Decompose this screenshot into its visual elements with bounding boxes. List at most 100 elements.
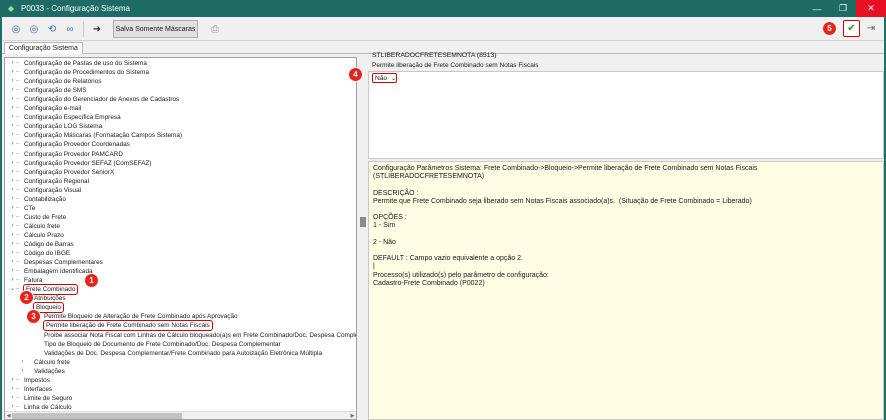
- chevron-right-icon[interactable]: ›: [9, 113, 16, 122]
- collapse-all-icon[interactable]: ◎: [26, 21, 42, 37]
- chevron-right-icon[interactable]: ›: [9, 150, 16, 159]
- chevron-right-icon[interactable]: ›: [9, 249, 16, 258]
- chevron-right-icon[interactable]: ›: [19, 367, 26, 376]
- tree-item[interactable]: › – Configuração e-mail: [9, 104, 82, 113]
- tree-item-label[interactable]: CTe: [24, 204, 35, 213]
- tree-item-label[interactable]: Atribuições: [34, 294, 66, 303]
- tree-item[interactable]: › – Código de Barras: [9, 240, 74, 249]
- tree-item[interactable]: › – Configuração de SMS: [9, 86, 87, 95]
- tree-item-label[interactable]: Código do IBGE: [24, 249, 70, 258]
- chevron-right-icon[interactable]: ›: [9, 240, 16, 249]
- tree-item-label[interactable]: Configuração LOG Sistema: [24, 122, 102, 131]
- tree-item-label[interactable]: Configuração Provedor PAMCARD: [24, 150, 123, 159]
- chevron-down-icon[interactable]: ⌄: [9, 285, 16, 294]
- expand-all-icon[interactable]: ◎: [8, 21, 24, 37]
- horizontal-scrollbar[interactable]: ◀ ▶: [5, 411, 356, 419]
- exit-icon[interactable]: ⇥: [864, 21, 878, 36]
- tree-item-label[interactable]: Despesas Complementares: [24, 258, 103, 267]
- chevron-right-icon[interactable]: ›: [9, 131, 16, 140]
- tree-item-label[interactable]: Configuração Máscaras (Formatação Campos…: [24, 131, 182, 140]
- tree-item-label[interactable]: Impostos: [24, 376, 50, 385]
- tree-item[interactable]: › – Interfaces: [9, 385, 53, 394]
- tree-item-label[interactable]: Validações de Doc. Despesa Complementar/…: [44, 349, 322, 358]
- tree-item[interactable]: Permite liberação de Frete Combinado sem…: [29, 320, 213, 332]
- tree-item[interactable]: › – Código do IBGE: [9, 249, 71, 258]
- chevron-right-icon[interactable]: ›: [9, 177, 16, 186]
- tree-item[interactable]: › – Configuração Máscaras (Formatação Camp…: [9, 131, 183, 140]
- chevron-right-icon[interactable]: ›: [9, 376, 16, 385]
- tree-item-label[interactable]: Configuração de Relatórios: [24, 77, 101, 86]
- chevron-right-icon[interactable]: ›: [9, 385, 16, 394]
- chevron-right-icon[interactable]: ›: [9, 59, 16, 68]
- tree-item-label[interactable]: Tipo de Bloqueio de Documento de Frete C…: [44, 340, 281, 349]
- tree-item[interactable]: › – Fatura: [9, 276, 43, 285]
- tree-item[interactable]: › – Configuração Provedor SeniorX: [9, 168, 115, 177]
- splitter[interactable]: [359, 57, 367, 420]
- tree-item[interactable]: › – Impostos: [9, 376, 50, 385]
- tree-item[interactable]: › – Configuração Provedor Coordenadas: [9, 140, 130, 149]
- tree-item[interactable]: › Cálculo frete: [19, 358, 70, 367]
- tree-item[interactable]: Proibe associar Nota Fiscal com Linhas d…: [29, 331, 356, 340]
- tree-item-label[interactable]: Permite liberação de Frete Combinado sem…: [43, 320, 213, 332]
- chevron-right-icon[interactable]: ›: [19, 358, 26, 367]
- tree-item[interactable]: › Validações: [19, 367, 65, 376]
- tree-item[interactable]: › – Despesas Complementares: [9, 258, 103, 267]
- print-icon[interactable]: ⎙: [207, 21, 223, 37]
- scroll-left-icon[interactable]: ◀: [5, 412, 12, 419]
- scroll-thumb[interactable]: [12, 413, 182, 419]
- tree-item-label[interactable]: Configuração de Pastas de uso do Sistema: [24, 59, 147, 68]
- chevron-right-icon[interactable]: ›: [9, 186, 16, 195]
- tree-item-label[interactable]: Configuração Regional: [24, 177, 89, 186]
- tree-item[interactable]: › – Cálculo frete: [9, 222, 60, 231]
- tree-item[interactable]: › – Configuração de Pastas de uso do Siste…: [9, 59, 147, 68]
- tree-item-label[interactable]: Interfaces: [24, 385, 52, 394]
- tree-item[interactable]: › – Configuração do Gerenciador de Anexos …: [9, 95, 180, 104]
- tree-item[interactable]: › – Configuração Visual: [9, 186, 82, 195]
- tree-item-label[interactable]: Fatura: [24, 276, 42, 285]
- tree-item[interactable]: › – Limite de Seguro: [9, 394, 73, 403]
- tree-item-label[interactable]: Validações: [34, 367, 65, 376]
- chevron-right-icon[interactable]: ›: [9, 213, 16, 222]
- tree-item[interactable]: › – Configuração LOG Sistema: [9, 122, 103, 131]
- tree-item[interactable]: › – Embalagem Identificada: [9, 267, 93, 276]
- tree-item[interactable]: Permite Bloqueio de Alteração de Frete C…: [29, 312, 238, 321]
- tab-configuracao-sistema[interactable]: Configuração Sistema: [4, 42, 83, 54]
- chevron-right-icon[interactable]: ›: [9, 77, 16, 86]
- tree-item-label[interactable]: Cálculo frete: [34, 358, 70, 367]
- chevron-right-icon[interactable]: ›: [9, 168, 16, 177]
- chevron-right-icon[interactable]: ›: [9, 159, 16, 168]
- chevron-right-icon[interactable]: ›: [9, 267, 16, 276]
- tree-item[interactable]: › – Configuração Regional: [9, 177, 90, 186]
- binoculars-icon[interactable]: ∞: [62, 21, 78, 37]
- confirm-icon[interactable]: ✔: [843, 20, 860, 37]
- goto-icon[interactable]: ➜: [89, 21, 105, 37]
- chevron-right-icon[interactable]: ›: [9, 104, 16, 113]
- tree-item[interactable]: › – Custo de Frete: [9, 213, 67, 222]
- chevron-right-icon[interactable]: ›: [9, 86, 16, 95]
- tree-item-label[interactable]: Código de Barras: [24, 240, 74, 249]
- splitter-grip-icon[interactable]: [360, 217, 366, 227]
- chevron-right-icon[interactable]: ›: [9, 204, 16, 213]
- tree-item-label[interactable]: Configuração de Procedimentos do Sistema: [24, 68, 149, 77]
- value-select[interactable]: Não ⌄: [372, 73, 397, 83]
- tree-item-label[interactable]: Configuração Específica Empresa: [24, 113, 121, 122]
- tree-item-label[interactable]: Cálculo frete: [24, 222, 60, 231]
- chevron-right-icon[interactable]: ›: [9, 140, 16, 149]
- tree-item-label[interactable]: Configuração do Gerenciador de Anexos de…: [24, 95, 179, 104]
- tree-item[interactable]: › – Configuração Provedor SEFAZ (ComSEFAZ): [9, 159, 152, 168]
- tree-item-label[interactable]: Embalagem Identificada: [24, 267, 93, 276]
- tree-item-label[interactable]: Configuração Provedor SeniorX: [24, 168, 114, 177]
- chevron-right-icon[interactable]: ›: [9, 276, 16, 285]
- tree-item[interactable]: › – Configuração de Procedimentos do Siste…: [9, 68, 150, 77]
- tree-item[interactable]: › – Configuração Específica Empresa: [9, 113, 121, 122]
- scroll-right-icon[interactable]: ▶: [349, 412, 356, 419]
- save-masks-button[interactable]: Salva Somente Máscaras: [113, 20, 198, 38]
- close-button[interactable]: ✕: [856, 0, 886, 17]
- tree-item[interactable]: › – Configuração Provedor PAMCARD: [9, 150, 123, 159]
- tree-item[interactable]: Validações de Doc. Despesa Complementar/…: [29, 349, 322, 358]
- tree-item[interactable]: › – Cálculo Prazo: [9, 231, 64, 240]
- chevron-right-icon[interactable]: ›: [9, 222, 16, 231]
- chevron-right-icon[interactable]: ›: [9, 258, 16, 267]
- tree-item-label[interactable]: Permite Bloqueio de Alteração de Frete C…: [44, 312, 238, 321]
- tree-item-label[interactable]: Configuração Visual: [24, 186, 81, 195]
